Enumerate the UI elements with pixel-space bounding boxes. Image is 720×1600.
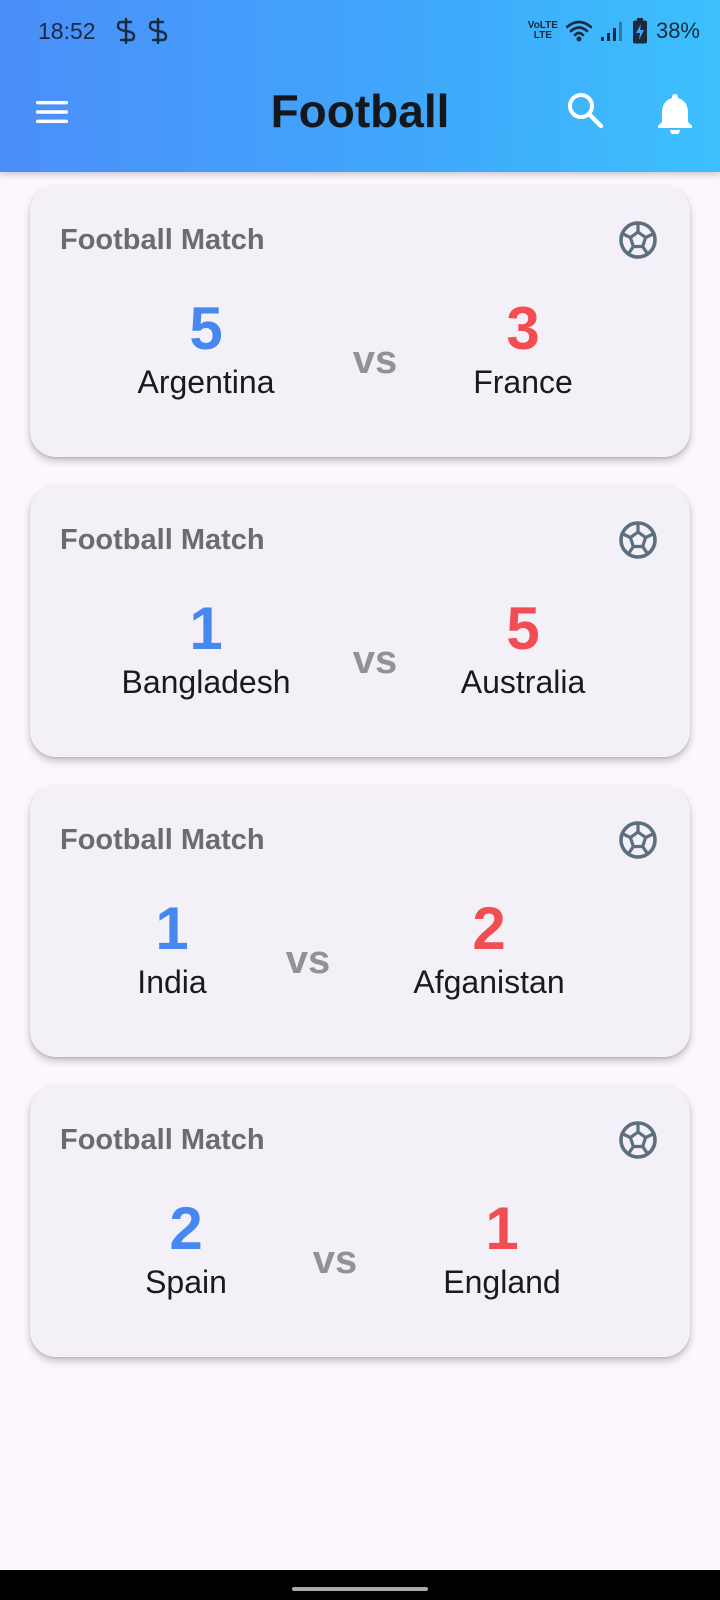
away-score: 5 [506,595,540,662]
away-team-name: Afganistan [413,964,565,1000]
home-team: 1 India [52,896,292,1001]
card-title: Football Match [60,1124,265,1156]
away-team: 1 England [382,1196,622,1301]
away-team-name: France [473,364,573,400]
status-bar: 18:52 VoLTE LTE 38% [0,0,720,62]
status-indicators: VoLTE LTE 38% [528,16,700,46]
home-team-name: Argentina [137,364,275,400]
soccer-ball-icon [619,221,657,259]
home-team: 5 Argentina [86,296,326,401]
system-navigation-bar [0,1570,720,1600]
home-score: 2 [169,1195,203,1262]
page-title: Football [270,85,450,137]
soccer-ball-icon [619,521,657,559]
vs-label: vs [285,938,331,982]
away-score: 2 [472,895,506,962]
search-icon[interactable] [565,90,607,132]
home-score: 1 [155,895,189,962]
match-card[interactable]: Football Match 2 Spain vs 1 England [30,1086,690,1357]
soccer-ball-icon [619,1121,657,1159]
card-title: Football Match [60,824,265,856]
notification-app-icon [116,18,136,44]
signal-icon [600,22,622,41]
home-team: 2 Spain [66,1196,306,1301]
match-list: Football Match 5 Argentina vs 3 France F… [30,186,690,1386]
card-title: Football Match [60,224,265,256]
home-score: 1 [189,595,223,662]
home-team: 1 Bangladesh [86,596,326,701]
app-header: 18:52 VoLTE LTE 38% Football [0,0,720,172]
away-team: 5 Australia [403,596,643,701]
home-team-name: Bangladesh [121,664,291,700]
bell-icon[interactable] [655,90,695,134]
vs-label: vs [312,1238,358,1282]
away-team-name: England [443,1264,561,1300]
wifi-icon [565,20,592,42]
away-score: 3 [506,295,540,362]
battery-percentage: 38% [655,18,700,43]
home-score: 5 [189,295,223,362]
volte-icon: VoLTE LTE [527,20,558,41]
away-team: 3 France [403,296,643,401]
away-team-name: Australia [460,664,586,700]
card-title: Football Match [60,524,265,556]
home-gesture-handle[interactable] [292,1587,428,1591]
notification-app-icon [148,18,168,44]
toolbar: Football [0,62,720,172]
battery-charging-icon [632,18,647,44]
match-card[interactable]: Football Match 1 India vs 2 Afganistan [30,786,690,1057]
status-time: 18:52 [38,18,96,44]
match-card[interactable]: Football Match 1 Bangladesh vs 5 Austral… [30,486,690,757]
soccer-ball-icon [619,821,657,859]
away-team: 2 Afganistan [369,896,609,1001]
away-score: 1 [485,1195,519,1262]
home-team-name: India [137,964,207,1000]
match-card[interactable]: Football Match 5 Argentina vs 3 France [30,186,690,457]
home-team-name: Spain [145,1264,227,1300]
